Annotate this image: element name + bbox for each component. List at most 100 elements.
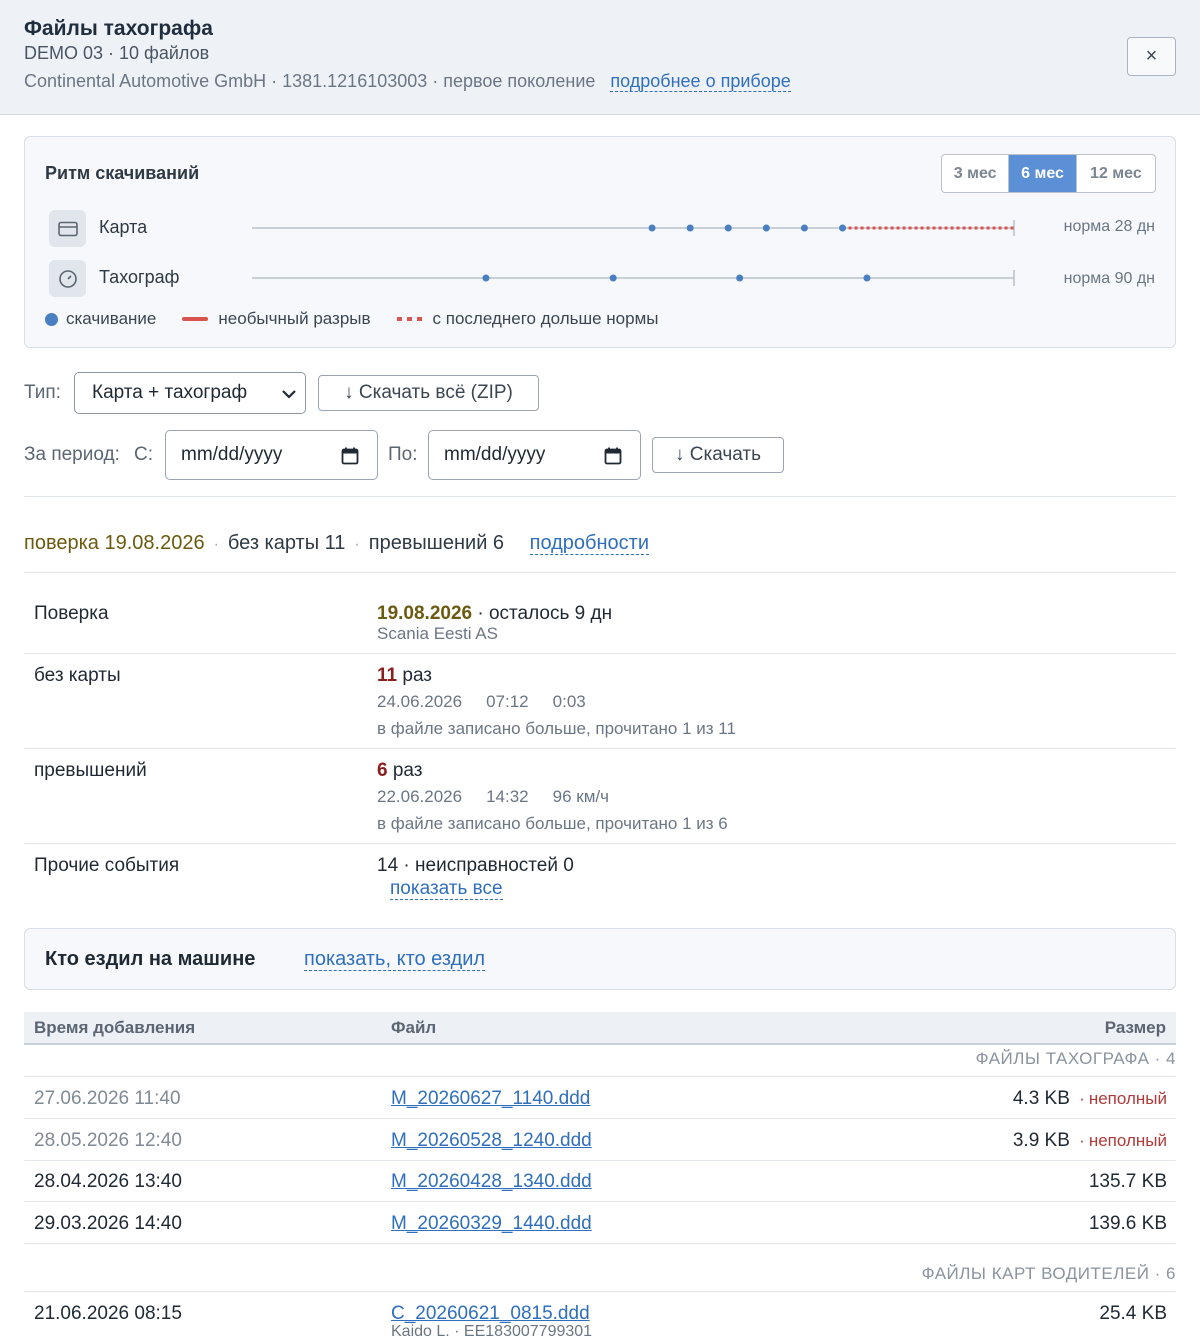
file-size-value: 3.9 KB: [1012, 1130, 1070, 1151]
incomplete-badge: · неполный: [1079, 1131, 1167, 1150]
download-point: [839, 224, 847, 232]
column-header-time[interactable]: Время добавления: [34, 1018, 195, 1038]
overspeed-value: 6 раз: [377, 760, 423, 782]
type-select-value: Карта + тахограф: [92, 382, 248, 403]
calendar-icon: [341, 447, 359, 465]
divider: [24, 1160, 1176, 1161]
divider: [24, 1201, 1176, 1202]
date-to-placeholder: mm/dd/yyyy: [444, 444, 546, 465]
summary-calibration: поверка 19.08.2026: [24, 532, 205, 554]
file-size-value: 4.3 KB: [1012, 1088, 1070, 1109]
calibration-remaining: · осталось 9 дн: [477, 603, 613, 624]
download-all-zip-button[interactable]: ↓ Скачать всё (ZIP): [318, 375, 539, 411]
device-meta: Continental Automotive GmbH · 1381.12161…: [24, 71, 791, 92]
events-summary: поверка 19.08.2026 · без карты 11 · превышен…: [24, 532, 649, 555]
drivers-link-wrap: показать, кто ездил: [304, 948, 486, 971]
divider: [24, 572, 1176, 573]
dialog-subtitle: DEMO 03 · 10 файлов: [24, 43, 210, 63]
overspeed-event: 22.06.2026 14:32 96 км/ч: [377, 787, 609, 807]
download-point: [724, 224, 732, 232]
file-link[interactable]: M_20260627_1140.ddd: [391, 1088, 590, 1110]
dialog-header: Файлы тахографа DEMO 03 · 10 файлов Cont…: [0, 0, 1200, 115]
file-link[interactable]: C_20260621_0815.ddd: [391, 1303, 590, 1325]
divider: [24, 1076, 1176, 1077]
incomplete-badge-text: неполный: [1088, 1131, 1167, 1150]
date-to-input[interactable]: mm/dd/yyyy: [428, 430, 641, 480]
overspeed-date: 22.06.2026: [377, 787, 463, 806]
incomplete-badge-text: неполный: [1088, 1089, 1167, 1108]
file-time: 28.04.2026 13:40: [34, 1171, 182, 1192]
no-card-note: в файле записано больше, прочитано 1 из …: [377, 719, 736, 738]
group-driver-card-files: ФАЙЛЫ КАРТ ВОДИТЕЛЕЙ · 6: [921, 1264, 1176, 1283]
other-events-label: Прочие события: [34, 855, 180, 876]
type-select[interactable]: Карта + тахограф: [74, 372, 306, 414]
column-header-file[interactable]: Файл: [391, 1018, 436, 1038]
overspeed-speed: 96 км/ч: [552, 787, 609, 806]
dialog-title: Файлы тахографа: [24, 17, 213, 40]
download-rhythm-panel: Ритм скачиваний 3 мес 6 мес 12 мес Карта…: [24, 136, 1176, 348]
calendar-icon: [604, 447, 622, 465]
separator-dot: ·: [213, 536, 219, 553]
calibration-company: Scania Eesti AS: [377, 624, 498, 643]
drivers-title: Кто ездил на машине: [45, 948, 256, 970]
close-icon: ×: [1145, 45, 1158, 67]
device-details-link[interactable]: подробнее о приборе: [610, 71, 791, 92]
device-meta-text: Continental Automotive GmbH · 1381.12161…: [24, 71, 596, 91]
file-time: 27.06.2026 11:40: [34, 1088, 181, 1109]
file-time: 21.06.2026 08:15: [34, 1303, 182, 1324]
legend-overdue: с последнего дольше нормы: [432, 309, 659, 328]
summary-details-link[interactable]: подробности: [529, 532, 649, 555]
summary-overspeed: превышений 6: [368, 532, 505, 554]
calibration-value: 19.08.2026 · осталось 9 дн: [377, 603, 612, 625]
calibration-label: Поверка: [34, 603, 109, 624]
legend-download: скачивание: [66, 309, 157, 328]
date-from-input[interactable]: mm/dd/yyyy: [165, 430, 378, 480]
close-button[interactable]: ×: [1127, 37, 1176, 76]
file-size: 25.4 KB: [1099, 1303, 1167, 1324]
summary-no-card: без карты 11: [227, 532, 346, 554]
file-driver: Kaido L. · EE183007799301: [391, 1323, 593, 1340]
download-point: [762, 224, 770, 232]
show-drivers-link[interactable]: показать, кто ездил: [304, 948, 486, 971]
no-card-value: 11 раз: [377, 665, 432, 687]
overspeed-time: 14:32: [486, 787, 529, 806]
no-card-label: без карты: [34, 665, 121, 686]
column-header-size[interactable]: Размер: [1105, 1018, 1166, 1038]
chevron-down-icon: [282, 390, 296, 399]
file-time: 29.03.2026 14:40: [34, 1213, 182, 1234]
show-all-events-link[interactable]: показать все: [390, 878, 503, 900]
file-link[interactable]: M_20260329_1440.ddd: [391, 1213, 592, 1235]
separator-dot: ·: [354, 536, 360, 553]
date-from-placeholder: mm/dd/yyyy: [181, 444, 283, 465]
drivers-panel: Кто ездил на машине показать, кто ездил: [24, 928, 1176, 990]
no-card-event: 24.06.2026 07:12 0:03: [377, 692, 586, 712]
download-point: [609, 274, 617, 282]
download-point: [686, 224, 694, 232]
legend-gap-marker: [182, 317, 209, 321]
group-tachograph-files: ФАЙЛЫ ТАХОГРАФА · 4: [975, 1049, 1176, 1068]
divider: [24, 1291, 1176, 1292]
other-events-value: 14 · неисправностей 0: [377, 855, 574, 876]
file-size: 135.7 KB: [1088, 1171, 1167, 1192]
overspeed-count: 6: [377, 760, 388, 781]
download-point: [800, 224, 808, 232]
show-all-events: показать все: [390, 878, 503, 900]
divider: [24, 843, 1176, 844]
file-size: 3.9 KB · неполный: [1013, 1130, 1167, 1152]
type-label: Тип:: [24, 382, 61, 403]
to-label: По:: [388, 444, 418, 465]
file-link[interactable]: M_20260528_1240.ddd: [391, 1130, 592, 1152]
calibration-date: 19.08.2026: [377, 603, 473, 624]
rhythm-legend: скачивание необычный разрыв с последнего…: [45, 309, 659, 329]
no-card-count: 11: [377, 665, 398, 686]
period-label: За период:: [24, 444, 120, 465]
download-point: [482, 274, 490, 282]
legend-overdue-marker: [396, 317, 423, 321]
divider: [24, 653, 1176, 654]
no-card-unit: раз: [402, 665, 433, 686]
divider: [24, 1243, 1176, 1244]
download-period-button[interactable]: ↓ Скачать: [652, 437, 784, 473]
file-size: 4.3 KB · неполный: [1013, 1088, 1167, 1110]
download-point: [863, 274, 871, 282]
file-link[interactable]: M_20260428_1340.ddd: [391, 1171, 592, 1193]
